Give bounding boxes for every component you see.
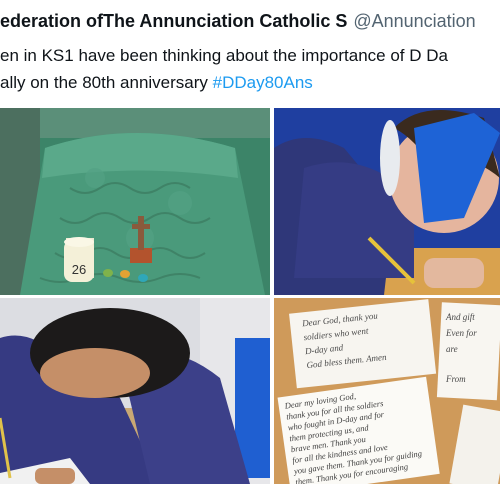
boy-writing-illustration [0,298,270,484]
prayer-right-line-1: And gift [445,312,475,322]
hashtag-link[interactable]: #DDay80Ans [213,73,313,92]
photo-boy-writing[interactable] [0,298,270,484]
cross-icon [138,216,144,250]
girl-writing-illustration [274,108,500,295]
prayer-right-line-4: From [445,374,466,384]
footer-strip [0,488,500,500]
photo-prayer-table[interactable]: 26 [0,108,270,295]
prayer-table-illustration: 26 [0,108,270,295]
author-name[interactable]: ederation ofThe Annunciation Catholic S [0,11,347,31]
photo-grid: 26 Dear God, thank you soldiers who went… [0,108,500,484]
tweet-header: ederation ofThe Annunciation Catholic S @… [0,10,500,32]
tweet-text: en in KS1 have been thinking about the i… [0,42,500,96]
prayer-right-line-2: Even for [445,328,477,338]
cross-base [130,248,152,263]
prayer-cards-illustration: Dear God, thank you soldiers who went D-… [274,298,500,484]
photo-prayer-cards[interactable]: Dear God, thank you soldiers who went D-… [274,298,500,484]
candle-number: 26 [72,262,86,277]
tweet-text-line-1: en in KS1 have been thinking about the i… [0,46,448,65]
author-handle[interactable]: @Annunciation [353,11,475,31]
prayer-right-line-3: are [446,344,458,354]
tweet-text-line-2: ally on the 80th anniversary #DDay80Ans [0,69,500,96]
tweet-text-line-2-prefix: ally on the 80th anniversary [0,73,213,92]
photo-girl-writing[interactable] [274,108,500,295]
